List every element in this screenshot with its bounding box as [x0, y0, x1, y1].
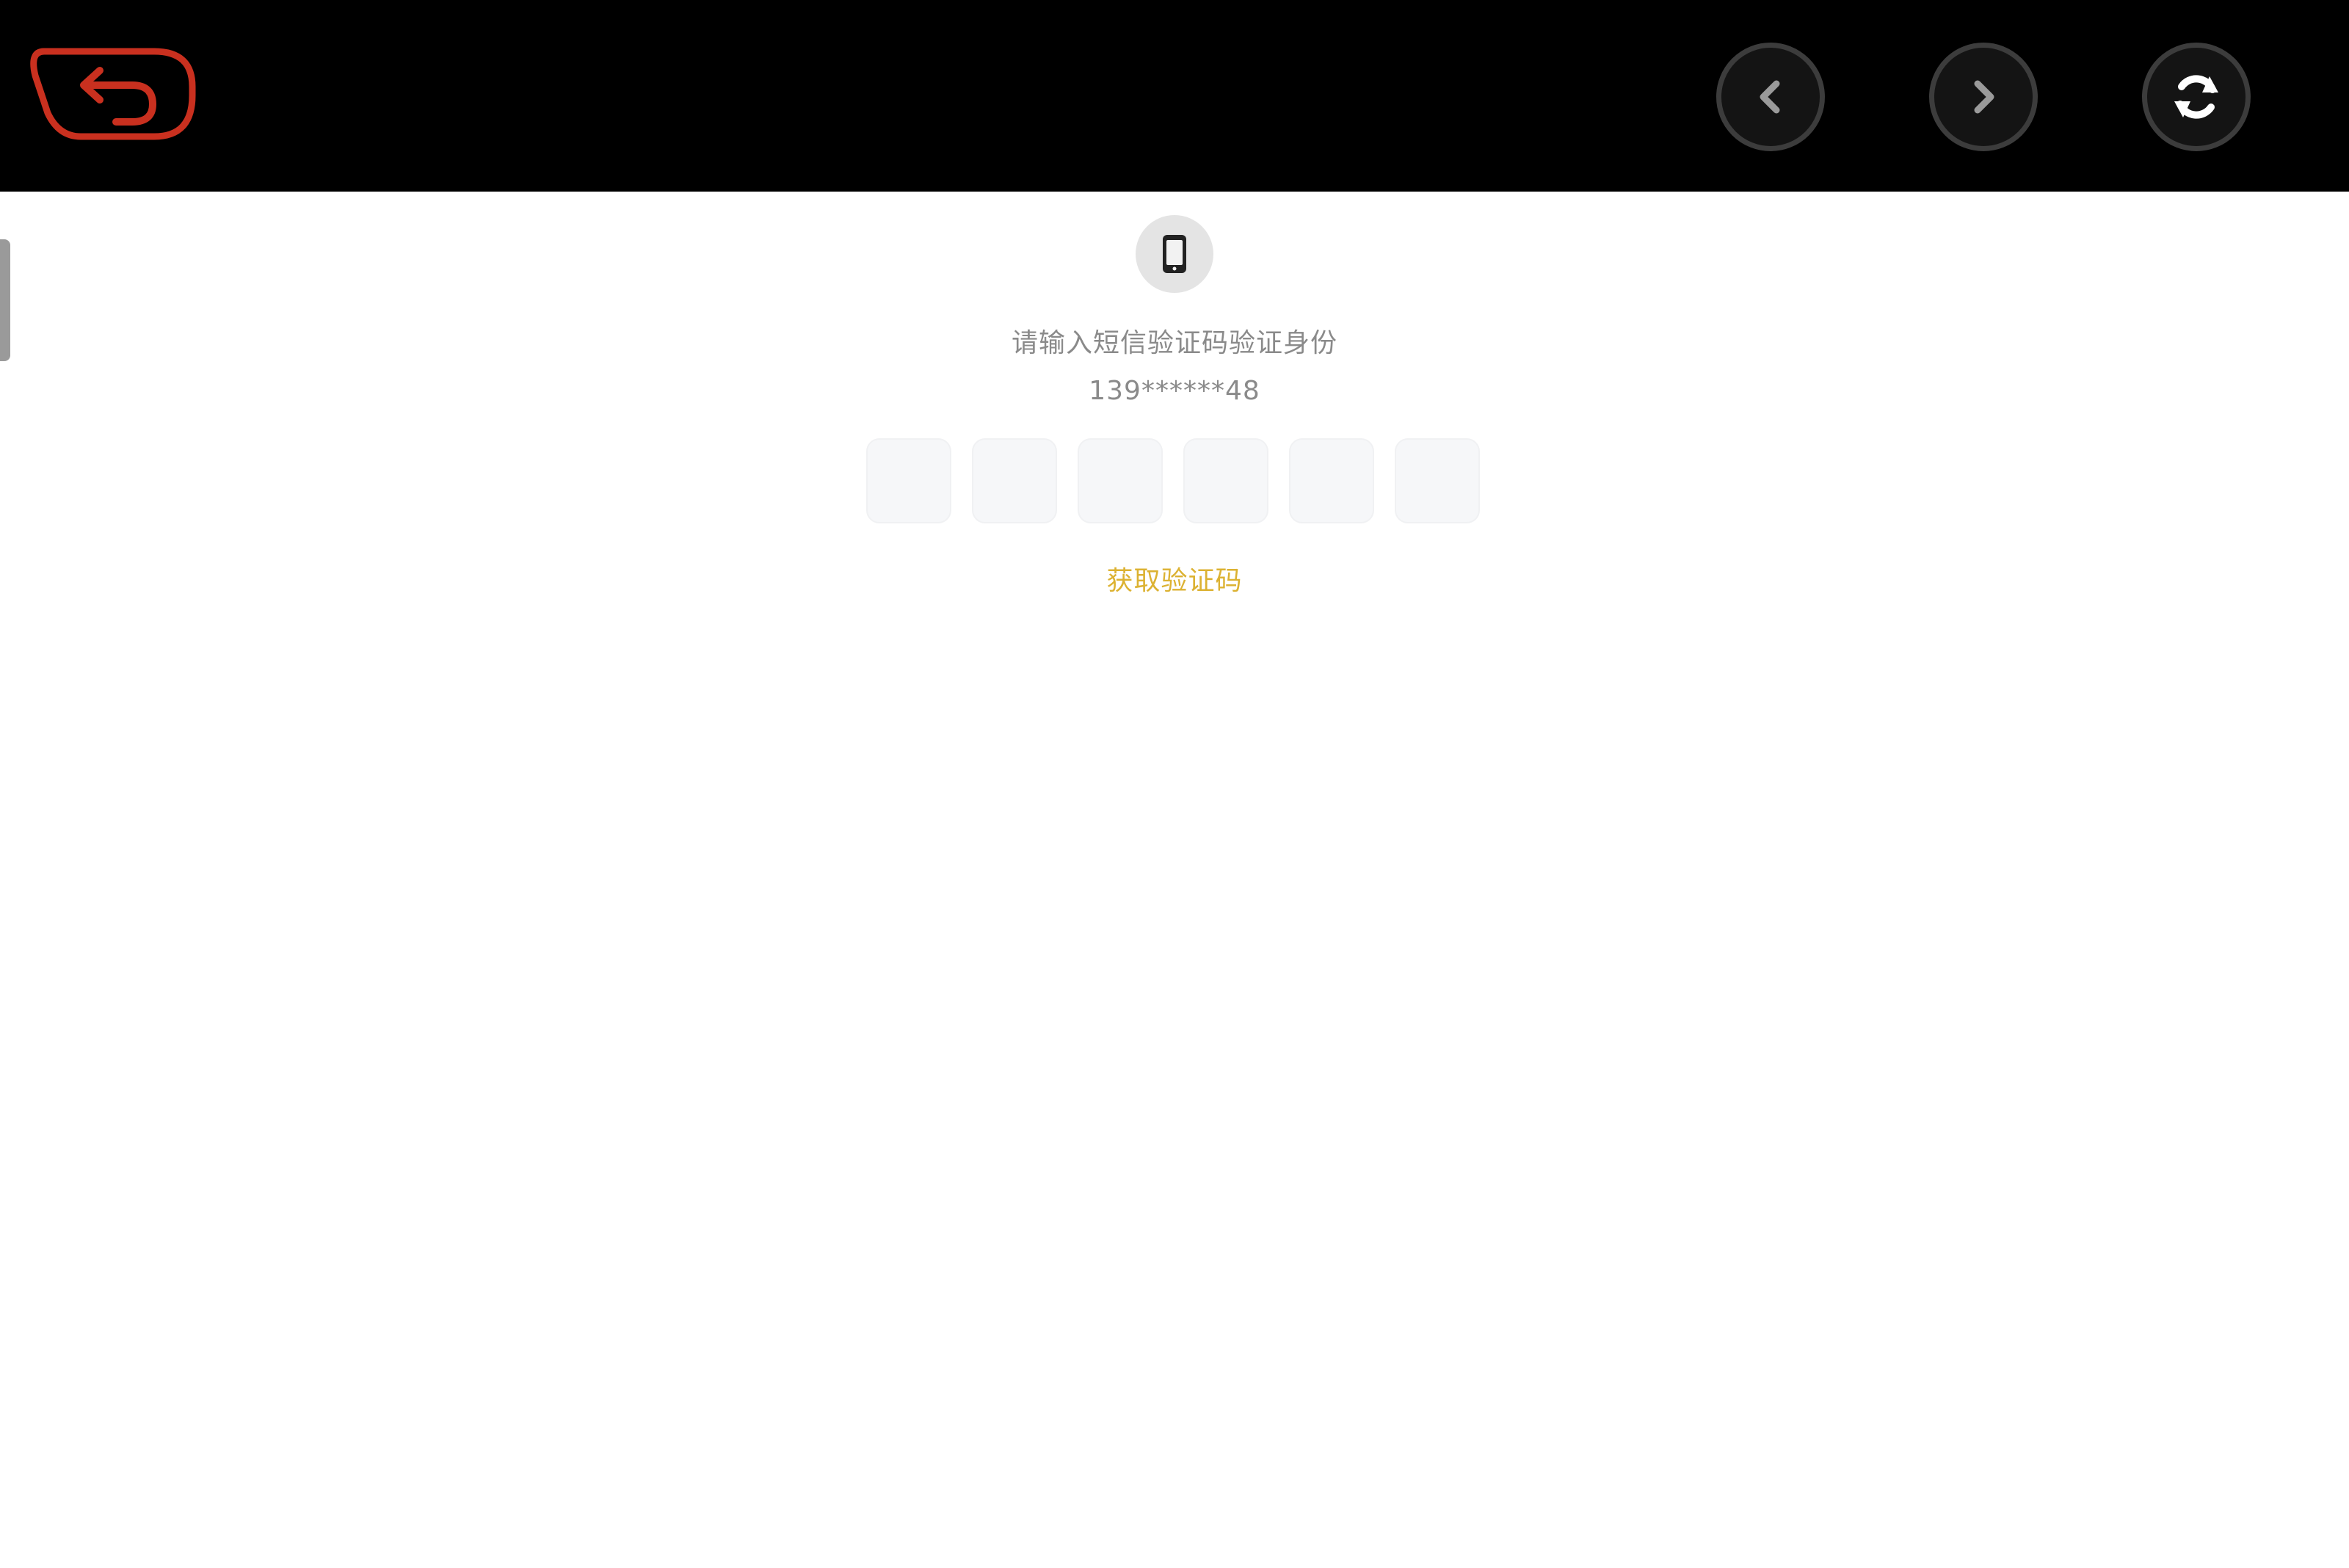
- next-button[interactable]: [1929, 43, 2038, 151]
- code-digit-input[interactable]: [1289, 438, 1374, 523]
- previous-button[interactable]: [1716, 43, 1825, 151]
- chevron-right-icon: [1974, 80, 1994, 114]
- verification-prompt: 请输入短信验证码验证身份: [1011, 328, 1337, 358]
- code-input-row: [866, 438, 1483, 523]
- get-code-link[interactable]: 获取验证码: [1106, 566, 1242, 596]
- mobile-phone-icon: [1163, 235, 1186, 273]
- code-digit-input[interactable]: [866, 438, 951, 523]
- code-digit-input[interactable]: [1395, 438, 1480, 523]
- refresh-button[interactable]: [2142, 43, 2251, 151]
- code-digit-input[interactable]: [1183, 438, 1268, 523]
- masked-phone-number: 139******48: [1089, 376, 1260, 406]
- back-arrow-icon: [30, 48, 196, 140]
- chevron-left-icon: [1760, 80, 1780, 114]
- get-code-container: 获取验证码: [0, 559, 2349, 598]
- code-digit-input[interactable]: [1078, 438, 1163, 523]
- phone-badge: [1136, 215, 1213, 293]
- back-button[interactable]: [29, 43, 198, 145]
- refresh-icon: [2174, 75, 2218, 119]
- code-digit-input[interactable]: [972, 438, 1057, 523]
- top-toolbar: [0, 0, 2349, 192]
